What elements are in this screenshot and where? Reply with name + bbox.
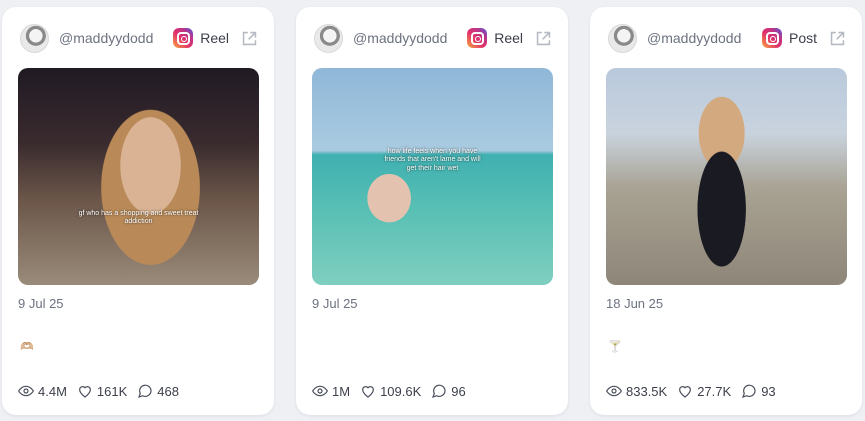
likes-count: 161K [96, 383, 128, 399]
comments-count: 96 [451, 383, 466, 399]
post-thumbnail[interactable]: how life feels when you have friends tha… [312, 68, 553, 285]
comment-icon [138, 384, 152, 398]
post-date: 18 Jun 25 [606, 296, 664, 311]
post-stats: 4.4M 161K 468 [18, 383, 179, 399]
comments-stat: 93 [741, 383, 776, 399]
likes-stat: 27.7K [677, 383, 731, 399]
post-date: 9 Jul 25 [18, 296, 64, 311]
post-card[interactable]: @maddyydodd Reel how life feels when you… [296, 7, 568, 415]
views-count: 833.5K [626, 383, 668, 399]
comments-count: 468 [157, 383, 179, 399]
views-count: 4.4M [38, 383, 67, 399]
account-handle[interactable]: @maddyydodd [59, 30, 173, 46]
eye-icon [606, 385, 622, 397]
external-link-icon[interactable] [829, 30, 846, 47]
comments-count: 93 [761, 383, 776, 399]
heart-icon [78, 386, 91, 398]
post-stats: 833.5K 27.7K 93 [606, 383, 776, 399]
comment-icon [742, 384, 756, 398]
post-thumbnail[interactable]: gf who has a shopping and sweet treat ad… [18, 68, 259, 285]
external-link-icon[interactable] [241, 30, 258, 47]
heart-icon [362, 386, 374, 398]
account-handle[interactable]: @maddyydodd [647, 30, 762, 46]
post-stats: 1M 109.6K 96 [312, 383, 466, 399]
comments-stat: 468 [137, 383, 179, 399]
likes-stat: 109.6K [360, 383, 421, 399]
avatar [314, 23, 343, 53]
post-card[interactable]: @maddyydodd Reel gf who has a shopping a… [2, 7, 274, 415]
card-header: @maddyydodd Reel [20, 23, 258, 53]
post-card[interactable]: @maddyydodd Post 18 Jun 25 🍸 833.5K 27.7… [590, 7, 862, 415]
post-thumbnail[interactable] [606, 68, 847, 285]
likes-count: 27.7K [697, 383, 732, 399]
likes-stat: 161K [77, 383, 127, 399]
comments-stat: 96 [431, 383, 466, 399]
views-stat: 833.5K [606, 383, 667, 399]
card-header: @maddyydodd Post [608, 23, 846, 53]
external-link-icon[interactable] [535, 30, 552, 47]
post-type-label: Post [788, 30, 817, 46]
instagram-icon [173, 28, 194, 48]
instagram-icon [761, 28, 782, 48]
avatar [20, 23, 49, 53]
comment-icon [432, 384, 446, 398]
post-type-label: Reel [200, 30, 229, 46]
post-date: 9 Jul 25 [312, 296, 358, 311]
post-caption: 🍸 [608, 341, 622, 353]
likes-count: 109.6K [380, 383, 422, 399]
views-stat: 1M [312, 383, 350, 399]
caption-overlay: how life feels when you have friends tha… [384, 148, 481, 172]
post-caption: 🫶🏼 [20, 341, 34, 353]
eye-icon [18, 385, 34, 397]
heart-icon [679, 386, 692, 398]
avatar [608, 23, 637, 53]
caption-overlay: gf who has a shopping and sweet treat ad… [78, 210, 199, 226]
eye-icon [312, 385, 328, 397]
views-count: 1M [332, 383, 351, 399]
card-header: @maddyydodd Reel [314, 23, 552, 53]
views-stat: 4.4M [18, 383, 67, 399]
post-type-label: Reel [494, 30, 523, 46]
instagram-icon [467, 28, 488, 48]
account-handle[interactable]: @maddyydodd [353, 30, 467, 46]
